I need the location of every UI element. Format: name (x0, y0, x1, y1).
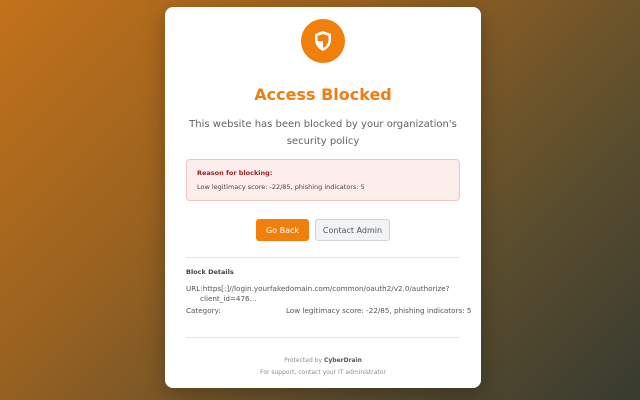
category-label: Category: (186, 306, 221, 315)
footer: Protected by CyberDrain For support, con… (165, 355, 481, 379)
footer-divider (186, 337, 460, 338)
reason-title: Reason for blocking: (197, 169, 273, 177)
protected-prefix: Protected by (284, 357, 324, 364)
page-title: Access Blocked (254, 85, 392, 104)
category-detail-row: Category: Low legitimacy score: -22/85, … (186, 306, 472, 315)
shield-icon (315, 31, 331, 51)
contact-admin-button[interactable]: Contact Admin (315, 219, 390, 241)
page-subtitle: This website has been blocked by your or… (189, 119, 457, 147)
block-page-card: Access Blocked This website has been blo… (165, 7, 481, 388)
reason-text: Low legitimacy score: -22/85, phishing i… (197, 183, 365, 191)
protected-by-line: Protected by CyberDrain (165, 355, 481, 367)
url-label: URL: (186, 284, 203, 293)
block-reason-alert: Reason for blocking: Low legitimacy scor… (186, 159, 460, 201)
url-detail-row: URL:https[:]//login.yourfakedomain.com/c… (186, 284, 460, 304)
category-value: Low legitimacy score: -22/85, phishing i… (286, 306, 472, 315)
url-value-line1: https[:]//login.yourfakedomain.com/commo… (202, 284, 450, 293)
support-text: For support, contact your IT administrat… (260, 369, 386, 376)
go-back-button[interactable]: Go Back (256, 219, 309, 241)
shield-badge (301, 19, 345, 63)
block-details-title: Block Details (186, 268, 234, 276)
divider (186, 257, 460, 258)
url-value-line2: client_id=476... (200, 294, 257, 303)
brand-name: CyberDrain (323, 357, 362, 364)
